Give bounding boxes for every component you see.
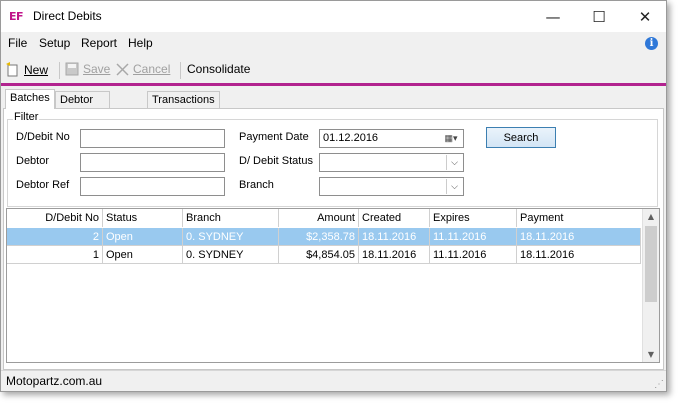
cell-status: Open	[103, 228, 183, 246]
debtor-label: Debtor	[16, 155, 50, 167]
filter-legend: Filter	[13, 111, 40, 123]
close-button[interactable]: ✕	[622, 1, 666, 32]
cell-amount: $4,854.05	[279, 246, 359, 264]
consolidate-button-label: Consolidate	[187, 62, 251, 76]
menu-report[interactable]: Report	[81, 36, 117, 50]
cell-payment: 18.11.2016	[517, 246, 641, 264]
column-header-branch[interactable]: Branch	[183, 209, 279, 227]
payment-date-value: 01.12.2016	[323, 132, 379, 144]
resize-grip-icon[interactable]: ⋰	[654, 379, 664, 390]
ddebit-no-field[interactable]	[80, 129, 225, 148]
status-company-text: Motopartz.com.au	[6, 374, 103, 388]
debtor-ref-field[interactable]	[80, 177, 225, 196]
cancel-x-icon	[116, 62, 129, 76]
cell-branch: 0. SYDNEY	[183, 246, 279, 264]
branch-select[interactable]: ⌵	[319, 177, 464, 196]
column-header-ddebit-no[interactable]: D/Debit No	[7, 209, 103, 227]
column-header-status[interactable]: Status	[103, 209, 183, 227]
column-header-payment[interactable]: Payment	[517, 209, 641, 227]
menu-setup[interactable]: Setup	[39, 36, 70, 50]
tab-batches[interactable]: Batches	[5, 89, 55, 109]
branch-label: Branch	[239, 179, 274, 191]
ddebit-no-label: D/Debit No	[16, 131, 70, 143]
new-button[interactable]: New	[6, 62, 48, 77]
save-icon	[65, 62, 79, 76]
title-bar: EF Direct Debits — ☐ ✕	[1, 1, 666, 32]
consolidate-button[interactable]: Consolidate	[187, 62, 250, 76]
accent-divider	[1, 83, 666, 86]
scroll-thumb[interactable]	[645, 226, 657, 302]
scroll-up-arrow-icon[interactable]: ▲	[643, 209, 659, 224]
ddebit-status-select[interactable]: ⌵	[319, 153, 464, 172]
chevron-down-icon[interactable]: ⌵	[446, 155, 462, 170]
table-row[interactable]: 1 Open 0. SYDNEY $4,854.05 18.11.2016 11…	[7, 246, 641, 264]
direct-debits-window: EF Direct Debits — ☐ ✕ File Setup Report…	[0, 0, 667, 392]
cell-created: 18.11.2016	[359, 246, 430, 264]
debtor-field[interactable]	[80, 153, 225, 172]
debtor-ref-label: Debtor Ref	[16, 179, 70, 191]
cell-amount: $2,358.78	[279, 228, 359, 246]
window-title: Direct Debits	[33, 9, 102, 23]
batches-grid: D/Debit No Status Branch Amount Created …	[6, 208, 660, 363]
ddebit-status-label: D/ Debit Status	[239, 155, 313, 167]
minimize-button[interactable]: —	[530, 1, 576, 32]
info-icon[interactable]: i	[645, 37, 658, 50]
calendar-dropdown-icon[interactable]: ▦▾	[440, 131, 462, 146]
maximize-icon: ☐	[592, 7, 606, 26]
column-header-amount[interactable]: Amount	[279, 209, 359, 227]
menu-file[interactable]: File	[8, 36, 27, 50]
column-header-created[interactable]: Created	[359, 209, 430, 227]
table-row[interactable]: 2 Open 0. SYDNEY $2,358.78 18.11.2016 11…	[7, 228, 641, 246]
chevron-down-icon[interactable]: ⌵	[446, 179, 462, 194]
cancel-button-label: Cancel	[133, 62, 171, 76]
new-document-icon	[6, 62, 18, 77]
minimize-icon: —	[545, 7, 561, 26]
toolbar-separator	[59, 62, 60, 79]
save-button[interactable]: Save	[65, 62, 110, 76]
cell-expires: 11.11.2016	[430, 246, 517, 264]
cell-branch: 0. SYDNEY	[183, 228, 279, 246]
maximize-button[interactable]: ☐	[576, 1, 622, 32]
status-bar: Motopartz.com.au ⋰	[1, 370, 666, 391]
payment-date-picker[interactable]: 01.12.2016 ▦▾	[319, 129, 464, 148]
cell-ddebit-no: 1	[7, 246, 103, 264]
tab-transactions[interactable]: Transactions	[147, 91, 220, 108]
cell-status: Open	[103, 246, 183, 264]
tab-debtor-accounts[interactable]: Debtor Accounts	[55, 91, 111, 122]
cell-payment: 18.11.2016	[517, 228, 641, 246]
cell-ddebit-no: 2	[7, 228, 103, 246]
menu-bar: File Setup Report Help i	[1, 32, 666, 54]
new-button-label: New	[24, 62, 49, 77]
app-logo-icon: EF	[9, 10, 24, 23]
grid-vertical-scrollbar[interactable]: ▲ ▼	[642, 209, 659, 362]
search-button[interactable]: Search	[486, 127, 556, 148]
cell-created: 18.11.2016	[359, 228, 430, 246]
close-icon: ✕	[638, 7, 652, 26]
column-header-expires[interactable]: Expires	[430, 209, 517, 227]
scroll-down-arrow-icon[interactable]: ▼	[643, 347, 659, 362]
cancel-button[interactable]: Cancel	[116, 62, 170, 76]
toolbar: New Save Cancel Consolidate	[1, 58, 666, 83]
save-button-label: Save	[83, 62, 111, 76]
payment-date-label: Payment Date	[239, 131, 309, 143]
menu-help[interactable]: Help	[128, 36, 153, 50]
cell-expires: 11.11.2016	[430, 228, 517, 246]
toolbar-separator	[180, 62, 181, 79]
